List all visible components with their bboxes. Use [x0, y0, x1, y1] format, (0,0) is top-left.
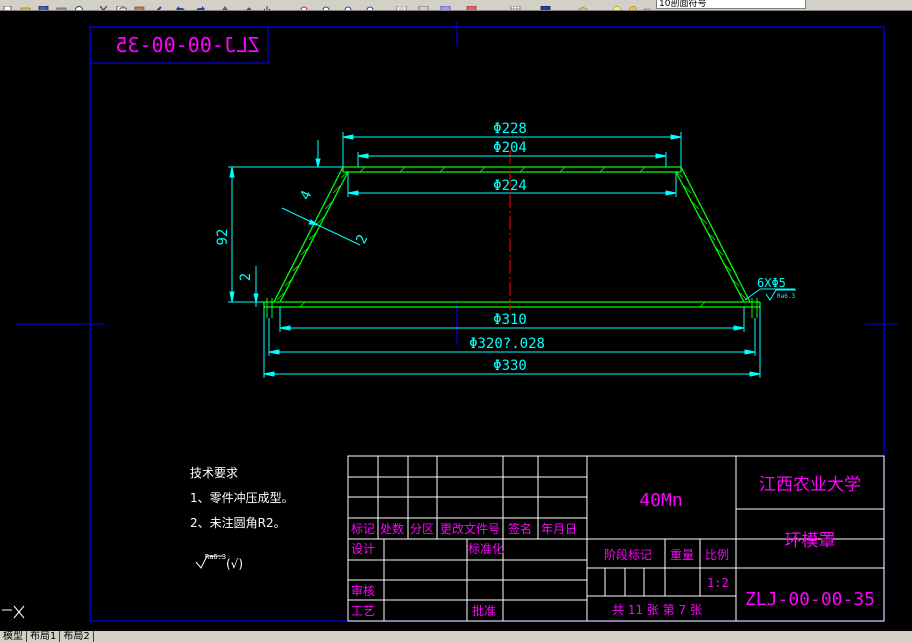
tab-layout1[interactable]: 布局1 [27, 631, 61, 642]
tb-code: ZLJ-00-00-35 [745, 589, 875, 610]
tech-line-2: 2、未注圆角R2。 [190, 515, 286, 530]
undo-icon[interactable] [176, 0, 187, 10]
zoom-realtime-icon[interactable] [244, 0, 255, 10]
sheet-set-icon[interactable] [396, 0, 407, 10]
help-icon[interactable] [466, 0, 477, 10]
crosshair-cursor [15, 22, 898, 345]
dim-4-thickness: 4 [297, 188, 315, 202]
print-icon[interactable] [56, 0, 67, 10]
model-space[interactable]: ZLJ-00-00-35 Φ228 Φ204 Φ224 Φ310 Φ320?.0… [0, 10, 912, 631]
tb-material: 40Mn [639, 490, 682, 511]
dim-310: Φ310 [493, 312, 527, 328]
tech-requirements: 技术要求 1、零件冲压成型。 2、未注圆角R2。 [190, 466, 294, 530]
dim-228: Φ228 [493, 121, 527, 137]
dim-204: Φ204 [493, 140, 527, 156]
tech-roughness: Ra6.3 [205, 553, 226, 561]
mirrored-code: ZLJ-00-00-35 [116, 33, 261, 57]
tb-review: 审核 [351, 583, 375, 598]
pan-icon[interactable] [220, 0, 231, 10]
sun-icon[interactable] [628, 0, 639, 10]
lightbulb-icon[interactable] [612, 0, 623, 10]
tb-doc: 更改文件号 [440, 521, 500, 536]
zoom-window-icon[interactable] [262, 0, 273, 10]
tb-marks: 标记 [351, 522, 375, 536]
cut-icon[interactable] [98, 0, 109, 10]
tb-sign: 签名 [508, 521, 532, 536]
new-icon[interactable] [2, 0, 13, 10]
tb-design: 设计 [351, 542, 375, 556]
tab-model[interactable]: 模型 [0, 631, 27, 642]
zoom-previous-icon[interactable] [300, 0, 311, 10]
preview-icon[interactable] [74, 0, 85, 10]
lock-icon[interactable] [642, 0, 653, 10]
layer-state-icon[interactable] [540, 0, 551, 10]
layers-icon[interactable] [577, 0, 589, 10]
save-icon[interactable] [38, 0, 49, 10]
tb-part-name: 环模罩 [785, 531, 836, 551]
redo-icon[interactable] [194, 0, 205, 10]
tb-std: 标准化 [468, 542, 504, 556]
hole-roughness: Ra6.3 [777, 293, 795, 300]
match-properties-icon[interactable] [152, 0, 163, 10]
copy-icon[interactable] [116, 0, 127, 10]
tb-scale-label: 比例 [705, 548, 729, 562]
design-center-icon[interactable] [344, 0, 355, 10]
dim-330: Φ330 [493, 358, 527, 374]
tech-line-1: 1、零件冲压成型。 [190, 490, 294, 505]
tb-count: 处数 [380, 521, 404, 536]
surface-roughness-symbol: Ra6.3 (√) [195, 553, 243, 571]
tech-title: 技术要求 [190, 466, 238, 480]
dim-92: 92 [215, 229, 231, 246]
dim-224: Φ224 [493, 178, 527, 194]
tech-roughness-suffix: (√) [226, 557, 243, 571]
dim-320: Φ320?.028 [469, 336, 545, 352]
dim-2-thickness: 2 [353, 232, 371, 246]
tb-zone: 分区 [410, 522, 434, 536]
markup-icon[interactable] [418, 0, 429, 10]
properties-icon[interactable] [322, 0, 333, 10]
tb-stage: 阶段标记 [604, 547, 652, 562]
hole-callout: 6XΦ5 [757, 276, 786, 290]
tb-approve: 批准 [472, 603, 496, 618]
tb-scale: 1:2 [707, 576, 729, 590]
paste-icon[interactable] [134, 0, 145, 10]
tb-process: 工艺 [351, 604, 375, 618]
calculator-icon[interactable] [440, 0, 451, 10]
tb-weight: 重量 [670, 548, 694, 562]
tb-sheets: 共 11 张 第 7 张 [612, 603, 702, 617]
layout-tabs: 模型 布局1 布局2 [0, 631, 912, 642]
layer-manager-icon[interactable] [510, 0, 521, 10]
layer-dropdown[interactable]: 10剖面符号 [656, 0, 806, 9]
tb-school: 江西农业大学 [759, 475, 861, 495]
tool-palette-icon[interactable] [366, 0, 377, 10]
open-icon[interactable] [20, 0, 31, 10]
dim-2-height: 2 [238, 273, 254, 281]
tab-layout2[interactable]: 布局2 [60, 631, 94, 642]
ucs-icon [2, 605, 25, 619]
tb-date: 年月日 [541, 522, 577, 536]
